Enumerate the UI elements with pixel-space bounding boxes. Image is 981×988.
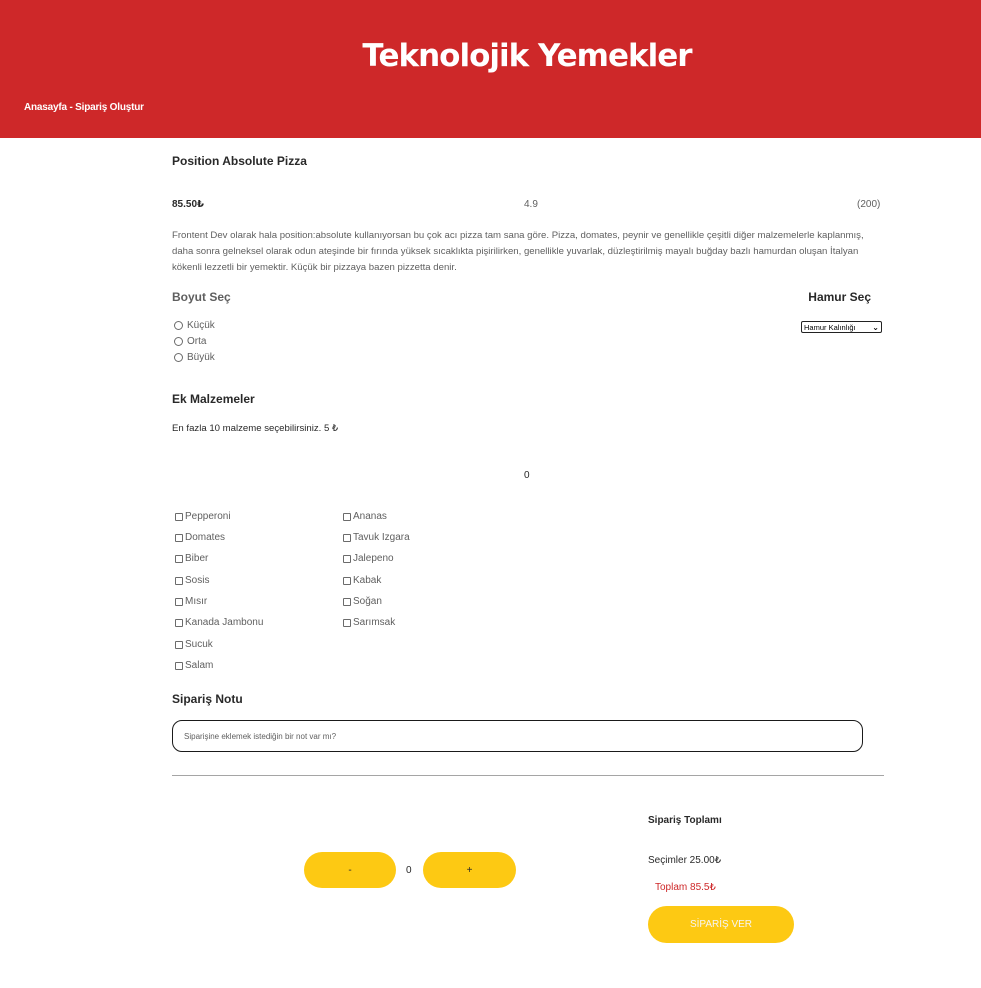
checkbox[interactable] [175, 576, 183, 585]
size-option-small[interactable]: Küçük [174, 320, 215, 331]
checkbox[interactable] [175, 512, 183, 521]
checkbox[interactable] [343, 533, 351, 542]
checkbox[interactable] [343, 618, 351, 627]
topping-checkbox[interactable]: Ananas [343, 511, 387, 522]
topping-label: Kabak [353, 575, 382, 586]
topping-label: Tavuk Izgara [353, 532, 410, 543]
total-price: Toplam 85.5₺ [655, 882, 716, 893]
checkbox[interactable] [175, 618, 183, 627]
extras-limit-note: En fazla 10 malzeme seçebilirsiniz. 5 ₺ [172, 423, 339, 434]
divider [172, 775, 884, 776]
topping-label: Jalepeno [353, 553, 394, 564]
topping-label: Biber [185, 553, 209, 564]
topping-checkbox[interactable]: Sucuk [175, 639, 213, 650]
radio-button[interactable] [174, 337, 183, 346]
order-summary-title: Sipariş Toplamı [648, 815, 722, 826]
checkbox[interactable] [343, 597, 351, 606]
size-option-medium[interactable]: Orta [174, 336, 206, 347]
topping-checkbox[interactable]: Sarımsak [343, 617, 395, 628]
topping-checkbox[interactable]: Jalepeno [343, 553, 394, 564]
topping-checkbox[interactable]: Kabak [343, 575, 381, 586]
dough-section-title: Hamur Seç [808, 290, 871, 304]
topping-label: Mısır [185, 596, 208, 607]
dough-select[interactable]: Hamur Kalınlığı ⌄ [801, 321, 882, 333]
topping-checkbox[interactable]: Kanada Jambonu [175, 617, 263, 628]
checkbox[interactable] [343, 576, 351, 585]
quantity-value: 0 [406, 865, 412, 876]
topping-checkbox[interactable]: Mısır [175, 596, 207, 607]
checkbox[interactable] [343, 512, 351, 521]
topping-checkbox[interactable]: Salam [175, 660, 213, 671]
checkbox[interactable] [175, 554, 183, 563]
checkbox[interactable] [175, 597, 183, 606]
checkbox[interactable] [343, 554, 351, 563]
dough-select-value: Hamur Kalınlığı [804, 322, 856, 332]
topping-label: Kanada Jambonu [185, 617, 264, 628]
header: Teknolojik Yemekler Anasayfa - Sipariş O… [0, 0, 981, 138]
size-option-large[interactable]: Büyük [174, 352, 215, 363]
checkbox[interactable] [175, 640, 183, 649]
review-count: (200) [857, 199, 881, 210]
topping-checkbox[interactable]: Tavuk Izgara [343, 532, 410, 543]
topping-label: Salam [185, 660, 214, 671]
size-option-label: Küçük [187, 320, 215, 331]
order-note-title: Sipariş Notu [172, 692, 243, 706]
breadcrumb[interactable]: Anasayfa - Sipariş Oluştur [24, 102, 144, 113]
size-option-label: Büyük [187, 352, 215, 363]
increase-quantity-button[interactable]: + [423, 852, 516, 888]
topping-checkbox[interactable]: Pepperoni [175, 511, 231, 522]
selections-price: Seçimler 25.00₺ [648, 855, 722, 866]
radio-button[interactable] [174, 321, 183, 330]
order-note-input[interactable] [172, 720, 863, 752]
topping-label: Sucuk [185, 639, 213, 650]
checkbox[interactable] [175, 533, 183, 542]
topping-checkbox[interactable]: Domates [175, 532, 225, 543]
topping-label: Sarımsak [353, 617, 396, 628]
topping-label: Domates [185, 532, 226, 543]
topping-checkbox[interactable]: Soğan [343, 596, 382, 607]
radio-button[interactable] [174, 353, 183, 362]
checkbox[interactable] [175, 661, 183, 670]
extras-selected-count: 0 [524, 470, 530, 481]
brand-logo: Teknolojik Yemekler [362, 38, 692, 74]
product-rating: 4.9 [524, 199, 538, 210]
topping-label: Sosis [185, 575, 210, 586]
topping-label: Soğan [353, 596, 382, 607]
size-section-title: Boyut Seç [172, 290, 231, 304]
product-price: 85.50₺ [172, 199, 204, 210]
decrease-quantity-button[interactable]: - [304, 852, 396, 888]
product-title: Position Absolute Pizza [172, 154, 307, 168]
size-option-label: Orta [187, 336, 207, 347]
topping-label: Pepperoni [185, 511, 231, 522]
chevron-down-icon: ⌄ [872, 322, 879, 332]
extras-section-title: Ek Malzemeler [172, 392, 255, 406]
product-description: Frontent Dev olarak hala position:absolu… [172, 230, 864, 273]
place-order-button[interactable]: SİPARİŞ VER [648, 906, 794, 943]
topping-checkbox[interactable]: Sosis [175, 575, 209, 586]
topping-label: Ananas [353, 511, 387, 522]
topping-checkbox[interactable]: Biber [175, 553, 208, 564]
